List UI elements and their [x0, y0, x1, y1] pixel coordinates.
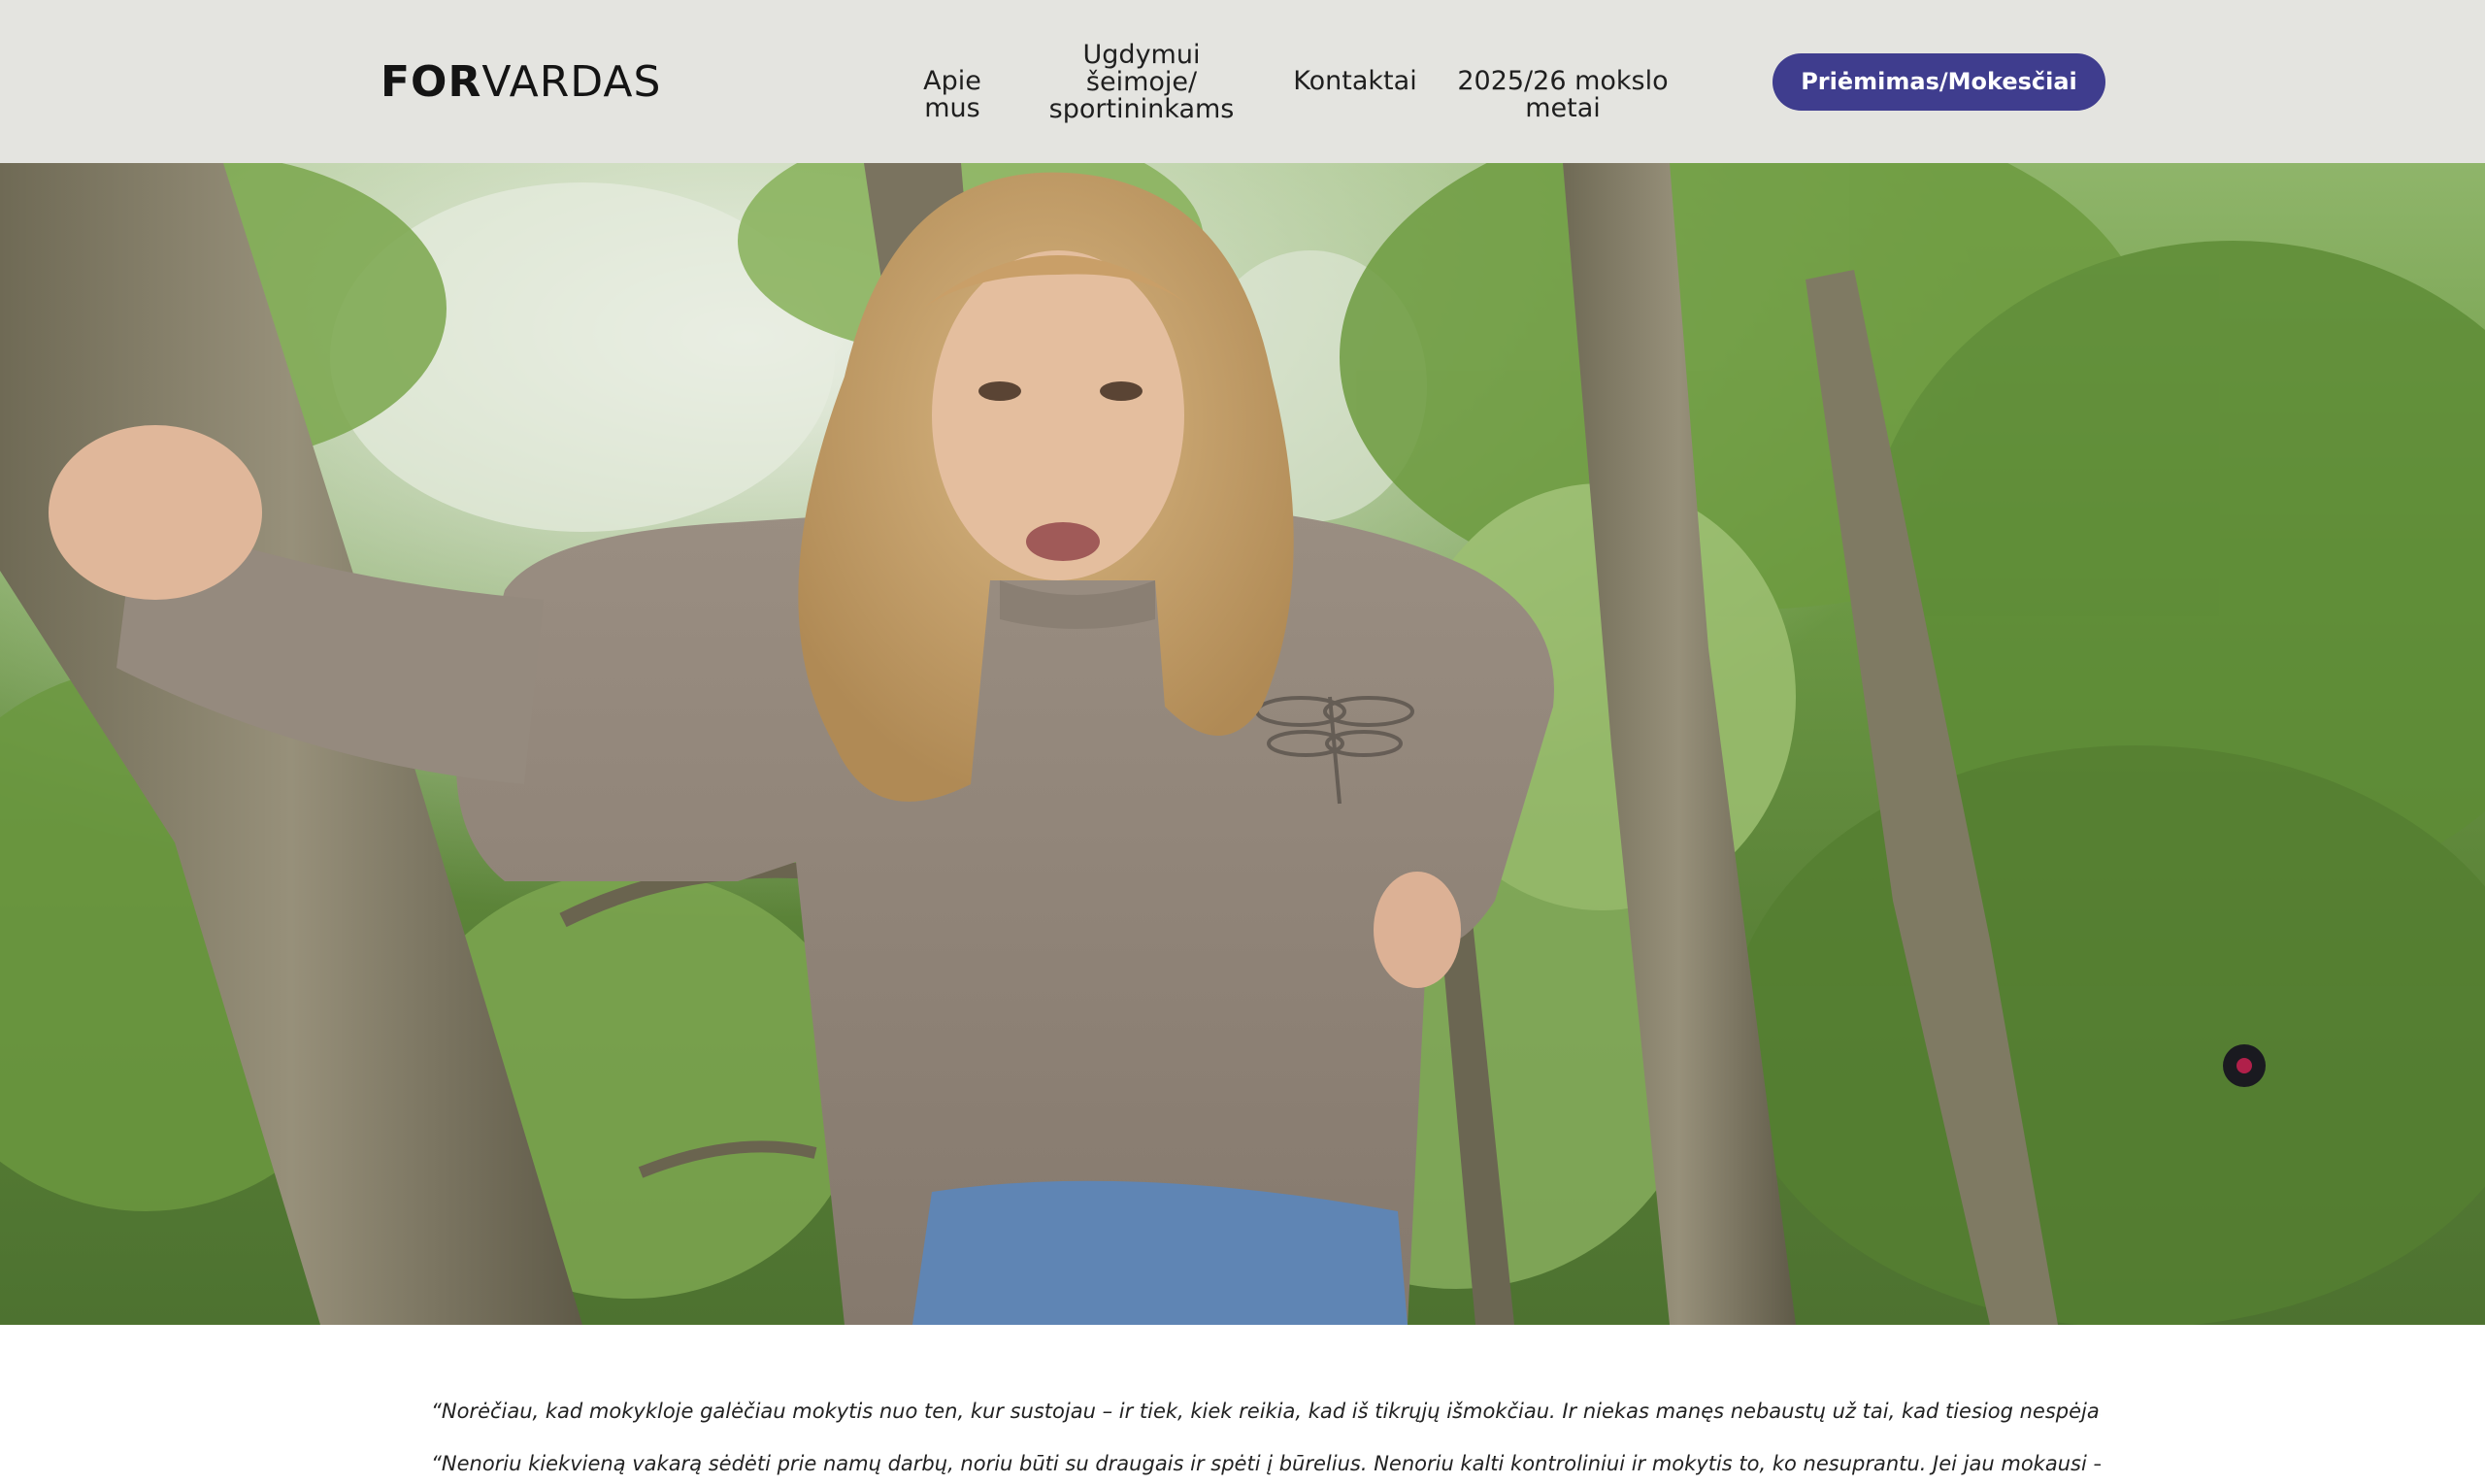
nav-link-about[interactable]: Apie mus	[893, 68, 1011, 122]
quote-text: “Nenoriu kiekvieną vakarą sėdėti prie na…	[431, 1452, 2101, 1475]
nav-link-contacts[interactable]: Kontaktai	[1274, 68, 1437, 95]
nav-family-line-3: sportininkams	[1048, 94, 1235, 124]
nav-family-line-1: Ugdymui	[1082, 40, 1201, 70]
hero-video[interactable]	[0, 163, 2485, 1325]
hero-image-girl-in-tree	[0, 163, 2485, 1325]
main-navigation: Apie mus Ugdymui šeimoje/ sportininkams …	[0, 0, 2485, 163]
nav-link-family-education[interactable]: Ugdymui šeimoje/ sportininkams	[1048, 42, 1235, 123]
quote-text: “Norėčiau, kad mokykloje galėčiau mokyti…	[431, 1400, 2101, 1423]
site-header: FORVARDAS Apie mus Ugdymui šeimoje/ spor…	[0, 0, 2485, 163]
admissions-fees-button[interactable]: Priėmimas/Mokesčiai	[1773, 53, 2105, 111]
testimonial-quotes: “Norėčiau, kad mokykloje galėčiau mokyti…	[431, 1398, 2101, 1477]
nav-link-school-year[interactable]: 2025/26 mokslo metai	[1431, 68, 1695, 122]
nav-family-line-2: šeimoje/	[1085, 67, 1198, 97]
